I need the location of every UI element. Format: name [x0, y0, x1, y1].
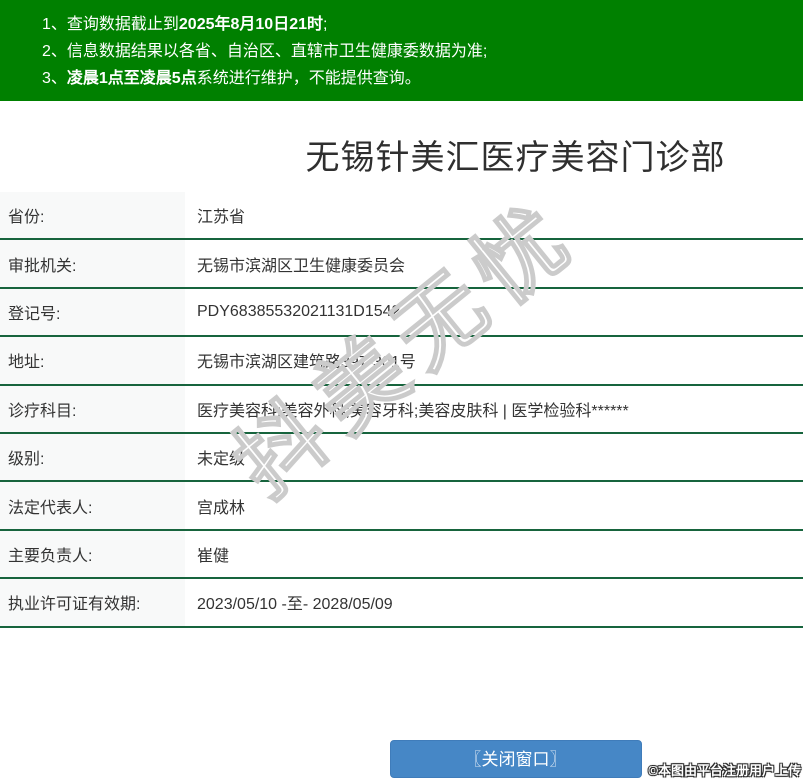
row-value: 医疗美容科;美容外科;美容牙科;美容皮肤科 | 医学检验科****** [197, 402, 629, 420]
row-value: 无锡市滨湖区建筑路397-301号 [197, 354, 416, 372]
notice-3-post: 系统进行维护，不能提供查询。 [196, 70, 421, 87]
table-row-approval-authority: 审批机关: 无锡市滨湖区卫生健康委员会 [0, 240, 803, 289]
row-value: PDY68385532021131D1542 [197, 302, 401, 320]
row-label: 级别: [0, 433, 185, 481]
notice-3-bold: 凌晨1点至凌晨5点 [66, 70, 197, 87]
notice-3-pre: 3、 [42, 70, 67, 87]
table-row-registration-number: 登记号: PDY68385532021131D1542 [0, 288, 803, 338]
row-label: 诊疗科目: [0, 385, 185, 432]
notice-2-pre: 2、信息数据结果以各省、自治区、直辖市卫生健康委数据为准; [42, 43, 488, 60]
row-label: 登记号: [0, 288, 185, 336]
page-title: 无锡针美汇医疗美容门诊部 [305, 139, 726, 177]
row-value: 宫成林 [197, 499, 246, 517]
table-row-province: 省份: 江苏省 [0, 192, 803, 241]
table-row-level: 级别: 未定级 [0, 433, 803, 483]
row-value: 未定级 [197, 451, 246, 469]
table-row-license-validity: 执业许可证有效期: 2023/05/10 -至- 2028/05/09 [0, 579, 803, 628]
notice-1-bold: 2025年8月10日21时 [178, 16, 323, 33]
table-row-legal-representative: 法定代表人: 宫成林 [0, 482, 803, 531]
row-label: 执业许可证有效期: [0, 579, 185, 626]
table-row-address: 地址: 无锡市滨湖区建筑路397-301号 [0, 337, 803, 386]
close-window-button[interactable]: 〖关闭窗口〗 [389, 739, 642, 778]
upload-credit-watermark: ©本图由平台注册用户上传 [648, 763, 801, 778]
row-label: 审批机关: [0, 240, 185, 287]
notice-1-pre: 1、查询数据截止到 [42, 16, 179, 33]
row-label: 省份: [0, 192, 185, 239]
row-value: 2023/05/10 -至- 2028/05/09 [197, 596, 393, 614]
row-value: 无锡市滨湖区卫生健康委员会 [197, 257, 406, 275]
table-row-person-in-charge: 主要负责人: 崔健 [0, 530, 803, 580]
table-row-treatment-subjects: 诊疗科目: 医疗美容科;美容外科;美容牙科;美容皮肤科 | 医学检验科*****… [0, 385, 803, 434]
notice-line-2: 2、信息数据结果以各省、自治区、直辖市卫生健康委数据为准; [42, 38, 793, 65]
notice-1-post: ; [323, 16, 328, 33]
row-label: 法定代表人: [0, 482, 185, 529]
notice-banner: 1、查询数据截止到2025年8月10日21时; 2、信息数据结果以各省、自治区、… [0, 0, 803, 101]
row-label: 主要负责人: [0, 530, 185, 578]
notice-line-1: 1、查询数据截止到2025年8月10日21时; [42, 11, 793, 38]
notice-line-3: 3、凌晨1点至凌晨5点系统进行维护，不能提供查询。 [42, 65, 793, 92]
row-label: 地址: [0, 337, 185, 384]
row-value: 江苏省 [197, 209, 246, 227]
institution-info-table: 省份: 江苏省 审批机关: 无锡市滨湖区卫生健康委员会 登记号: PDY6838… [0, 192, 803, 628]
row-value: 崔健 [197, 547, 230, 565]
